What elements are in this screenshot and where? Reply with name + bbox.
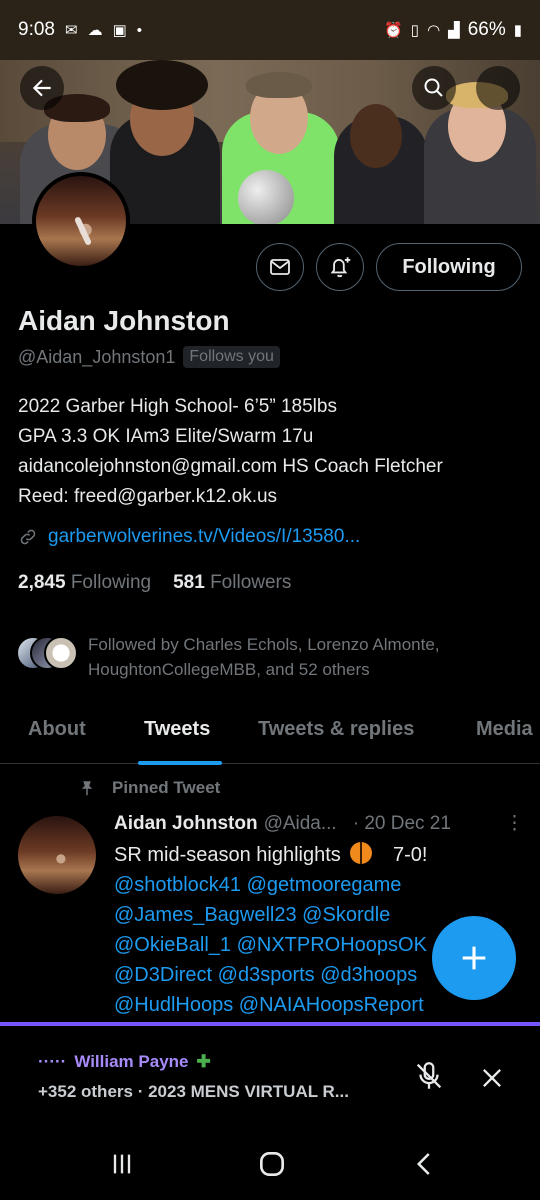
- tweet-date: · 20 Dec 21: [352, 812, 451, 834]
- active-tab-indicator: [138, 761, 222, 765]
- alarm-status-icon: ⏰: [384, 22, 403, 39]
- back-nav-icon[interactable]: [410, 1148, 440, 1180]
- profile-bio: 2022 Garber High School- 6’5” 185lbs GPA…: [18, 392, 528, 512]
- compose-plus-icon: [462, 946, 486, 970]
- tweet-handle: @Aida...: [263, 812, 337, 834]
- vibrate-status-icon: ▯: [410, 22, 420, 39]
- bio-line: aidancolejohnston@gmail.com HS Coach Fle…: [18, 456, 443, 477]
- website-link[interactable]: garberwolverines.tv/Videos/I/13580...: [48, 526, 360, 548]
- pinned-label-row: Pinned Tweet: [78, 778, 220, 798]
- compose-tweet-button[interactable]: [432, 916, 516, 1000]
- puzzle-emoji-icon: ✚: [196, 1052, 211, 1071]
- followed-by-text: Followed by Charles Echols, Lorenzo Almo…: [88, 635, 440, 679]
- profile-stats: 2,845 Following 581 Followers: [18, 572, 291, 594]
- battery-level: 66%: [467, 19, 506, 40]
- tweet-text-line: SR mid-season highlights 7-0!: [114, 840, 534, 870]
- close-space-button[interactable]: [478, 1064, 506, 1097]
- space-subtitle: +352 others · 2023 MENS VIRTUAL R...: [38, 1082, 349, 1101]
- tweet-more-icon[interactable]: ⋮: [505, 812, 524, 835]
- mute-button[interactable]: [412, 1058, 446, 1099]
- following-label: Following: [70, 572, 152, 593]
- followers-label: Followers: [210, 572, 292, 593]
- space-host-row: ····· William Payne ✚: [38, 1052, 211, 1072]
- close-icon: [483, 1069, 501, 1087]
- search-icon: [424, 78, 443, 97]
- profile-tabs: About Tweets Tweets & replies Media: [0, 706, 540, 765]
- followed-by-avatars: [16, 636, 78, 672]
- profile-avatar[interactable]: [32, 172, 130, 270]
- bio-line: GPA 3.3 OK IAm3 Elite/Swarm 17u: [18, 426, 314, 447]
- followers-stat[interactable]: 581 Followers: [173, 572, 291, 594]
- tab-tweets[interactable]: Tweets: [144, 706, 210, 741]
- banner-person-hair: [116, 60, 208, 110]
- battery-icon: ▮: [513, 22, 522, 39]
- tweet-text-start: SR mid-season highlights: [114, 844, 341, 866]
- bio-line: 2022 Garber High School- 6’5” 185lbs: [18, 396, 337, 417]
- profile-handle: @Aidan_Johnston1: [18, 346, 176, 367]
- link-icon: [20, 529, 36, 545]
- status-bar: 9:08 ✉ ☁ ▣ • ⏰ ▯ ◠ ▟ 66% ▮: [0, 0, 540, 60]
- tab-about[interactable]: About: [28, 706, 86, 741]
- message-button[interactable]: [256, 243, 304, 291]
- status-time: 9:08: [18, 19, 55, 40]
- following-stat[interactable]: 2,845 Following: [18, 572, 151, 594]
- space-live-dots: ·····: [38, 1052, 67, 1071]
- mini-avatar: [44, 636, 78, 670]
- followed-by-row[interactable]: Followed by Charles Echols, Lorenzo Almo…: [16, 632, 508, 682]
- cloud-status-icon: ☁: [87, 22, 103, 39]
- screenshot-status-icon: ▣: [112, 22, 127, 39]
- recents-icon[interactable]: [108, 1150, 136, 1178]
- space-host-name: William Payne: [74, 1052, 189, 1071]
- mail-status-icon: ✉: [64, 22, 78, 39]
- pinned-tweet-label: Pinned Tweet: [112, 778, 221, 797]
- live-space-bar[interactable]: ····· William Payne ✚ +352 others · 2023…: [0, 1022, 540, 1128]
- notifications-button[interactable]: [316, 243, 364, 291]
- pin-icon: [81, 781, 93, 796]
- tweet-mentions-line[interactable]: @shotblock41 @getmooregame: [114, 870, 534, 900]
- back-arrow-icon: [32, 79, 51, 97]
- profile-name: Aidan Johnston: [18, 305, 230, 336]
- tweet-header: Aidan Johnston @Aida... · 20 Dec 21 ⋮: [114, 812, 524, 835]
- tweet-author: Aidan Johnston: [114, 812, 258, 834]
- bell-plus-icon: [330, 257, 351, 278]
- following-count: 2,845: [18, 572, 66, 593]
- back-button[interactable]: [20, 66, 64, 110]
- banner-person-head: [350, 104, 402, 168]
- mic-off-icon: [416, 1062, 442, 1089]
- mail-icon: [270, 259, 290, 275]
- following-button[interactable]: Following: [376, 243, 522, 291]
- banner-trophy-ball: [238, 170, 294, 224]
- tweet-text-end: 7-0!: [393, 844, 428, 866]
- basketball-emoji-icon: [350, 842, 373, 864]
- dot-status-icon: •: [136, 21, 143, 39]
- tab-media[interactable]: Media: [476, 706, 533, 741]
- search-button[interactable]: [412, 66, 456, 110]
- wifi-status-icon: ◠: [427, 22, 441, 39]
- tab-tweets-replies[interactable]: Tweets & replies: [258, 706, 414, 741]
- profile-handle-row: @Aidan_Johnston1 Follows you: [18, 346, 280, 368]
- profile-website[interactable]: garberwolverines.tv/Videos/I/13580...: [18, 526, 360, 548]
- banner-person-hair: [246, 72, 312, 98]
- system-nav-bar: [0, 1128, 540, 1200]
- signal-status-icon: ▟: [448, 22, 460, 39]
- tweet-avatar[interactable]: [18, 816, 96, 894]
- more-options-button[interactable]: [476, 66, 520, 110]
- followers-count: 581: [173, 572, 205, 593]
- follows-you-badge: Follows you: [183, 346, 280, 368]
- home-icon[interactable]: [256, 1148, 288, 1180]
- bio-line: Reed: freed@garber.k12.ok.us: [18, 486, 278, 507]
